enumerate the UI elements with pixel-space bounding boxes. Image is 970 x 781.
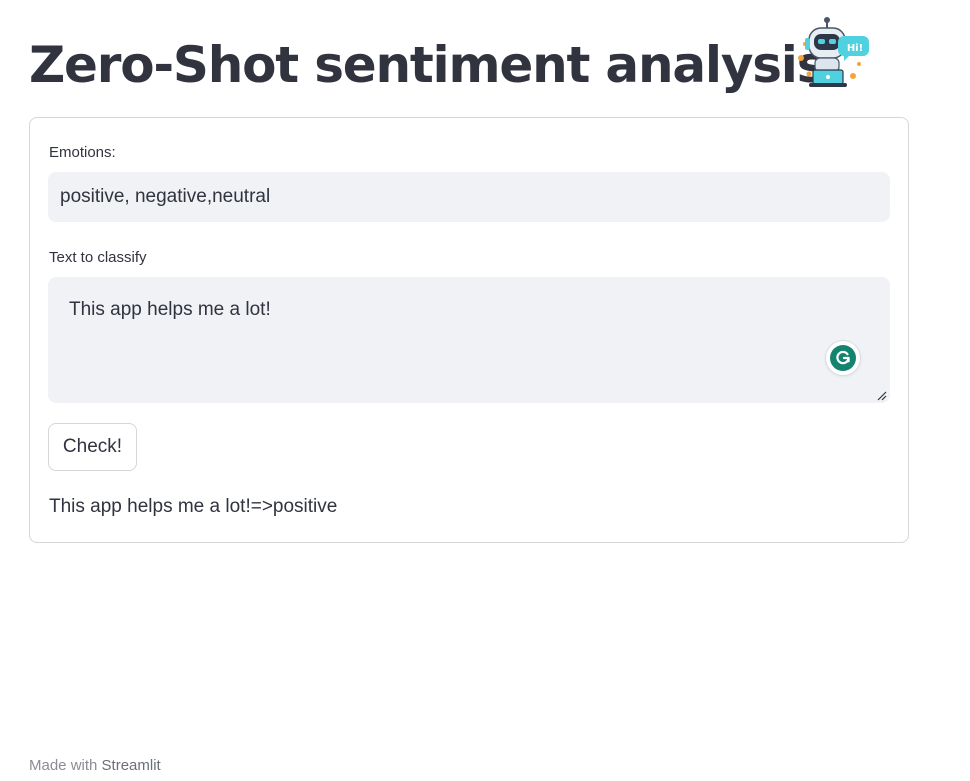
page-title: Zero-Shot sentiment analysis (29, 36, 826, 94)
classification-result: This app helps me a lot!=>positive (49, 496, 338, 517)
text-to-classify-textarea[interactable]: This app helps me a lot! (48, 277, 890, 403)
footer: Made with Streamlit (29, 757, 161, 774)
emotions-input[interactable] (48, 172, 890, 222)
logo-badge-text: Hi! (847, 43, 863, 54)
streamlit-link[interactable]: Streamlit (102, 757, 161, 774)
resize-handle-icon[interactable] (876, 389, 888, 401)
text-to-classify-label: Text to classify (49, 249, 147, 266)
classification-form: Emotions: Text to classify This app help… (29, 117, 909, 543)
footer-prefix: Made with (29, 757, 98, 774)
grammarly-icon[interactable] (826, 341, 860, 375)
robot-logo-icon: Hi! (787, 8, 873, 94)
emotions-label: Emotions: (49, 144, 116, 161)
check-button[interactable]: Check! (48, 423, 137, 471)
text-to-classify-field: This app helps me a lot! (48, 277, 890, 403)
app-page: Zero-Shot sentiment analysis Hi! Emotion… (0, 0, 970, 781)
